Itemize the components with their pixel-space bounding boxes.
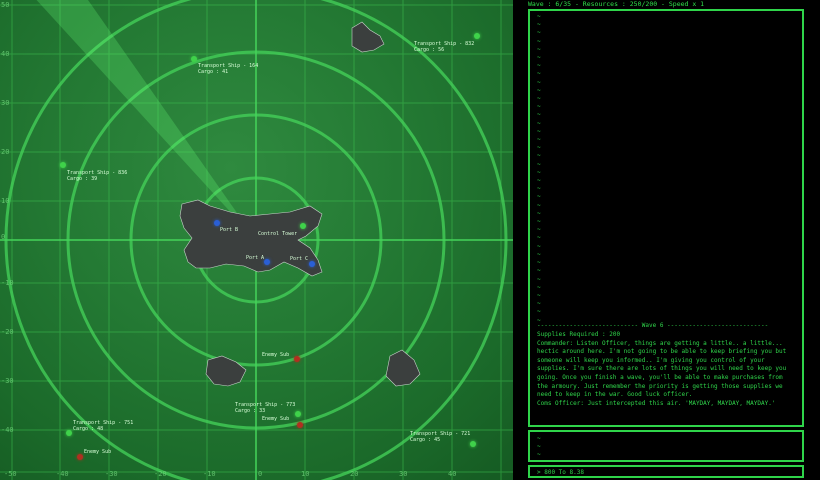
command-tildes: ~ ~ ~ [537,435,541,458]
radar-display[interactable]: 50 40 30 20 10 0 -10 -20 -30 -40 -50 -40… [0,0,513,480]
y-tick: -20 [1,328,14,336]
contact-dot[interactable] [191,56,197,62]
x-tick: 10 [301,470,310,478]
y-tick: 10 [1,197,10,205]
contact-label: Transport Ship - 751 Cargo : 48 [73,420,134,432]
y-tick: -10 [1,279,14,287]
x-tick: -30 [105,470,118,478]
contact-label: Enemy Sub [262,352,290,358]
y-tick: -30 [1,377,14,385]
x-tick: 40 [448,470,457,478]
contact-dot[interactable] [77,454,83,460]
briefing-text: Supplies Required : 200 Commander: Liste… [537,331,787,407]
command-output[interactable]: ~ ~ ~ [528,430,804,462]
console-panel: Wave : 6/35 - Resources : 250/200 - Spee… [513,0,820,480]
y-tick: 20 [1,148,10,156]
contact-dot[interactable] [309,261,315,267]
island-south [205,355,247,387]
contact-dot[interactable] [294,356,300,362]
command-input[interactable]: > 800 To 8.38 [528,465,804,478]
contact-dot[interactable] [297,422,303,428]
x-tick: 20 [350,470,359,478]
contact-dot[interactable] [295,411,301,417]
contact-dot[interactable] [214,220,220,226]
contact-label: Port B [220,227,239,233]
message-log[interactable]: ~ ~ ~ ~ ~ ~ ~ ~ ~ ~ ~ ~ ~ ~ ~ ~ ~ ~ ~ ~ … [528,9,804,427]
y-tick: 40 [1,50,10,58]
x-tick: 30 [399,470,408,478]
contact-label: Transport Ship - 773 Cargo : 33 [235,402,296,414]
log-tildes: ~ ~ ~ ~ ~ ~ ~ ~ ~ ~ ~ ~ ~ ~ ~ ~ ~ ~ ~ ~ … [537,13,541,324]
x-tick: -50 [4,470,17,478]
x-tick: -40 [56,470,69,478]
y-tick: -40 [1,426,14,434]
command-input-text: > 800 To 8.38 [537,469,584,476]
contact-label: Transport Ship - 164 Cargo : 41 [198,63,259,75]
contact-dot[interactable] [264,259,270,265]
wave-divider: ---------------------------- Wave 6 ----… [537,322,769,329]
x-tick: -20 [154,470,167,478]
contact-label: Transport Ship - 721 Cargo : 45 [410,431,471,443]
y-tick: 50 [1,1,10,9]
contact-label: Transport Ship - 832 Cargo : 56 [414,41,475,53]
contact-dot[interactable] [66,430,72,436]
x-tick: -10 [203,470,216,478]
contact-label: Enemy Sub [84,449,112,455]
y-tick: 30 [1,99,10,107]
status-bar: Wave : 6/35 - Resources : 250/200 - Spee… [528,0,705,8]
contact-label: Control Tower [258,231,298,237]
contact-label: Transport Ship - 836 Cargo : 39 [67,170,128,182]
contact-dot[interactable] [60,162,66,168]
contact-label: Port A [246,255,265,261]
island-central [179,199,323,277]
contact-dot[interactable] [474,33,480,39]
contact-label: Enemy Sub [262,416,290,422]
contact-dot[interactable] [300,223,306,229]
island-north [351,21,385,53]
y-tick: 0 [1,233,6,241]
x-tick: 0 [258,470,263,478]
contact-label: Port C [290,256,309,262]
contact-dot[interactable] [470,441,476,447]
